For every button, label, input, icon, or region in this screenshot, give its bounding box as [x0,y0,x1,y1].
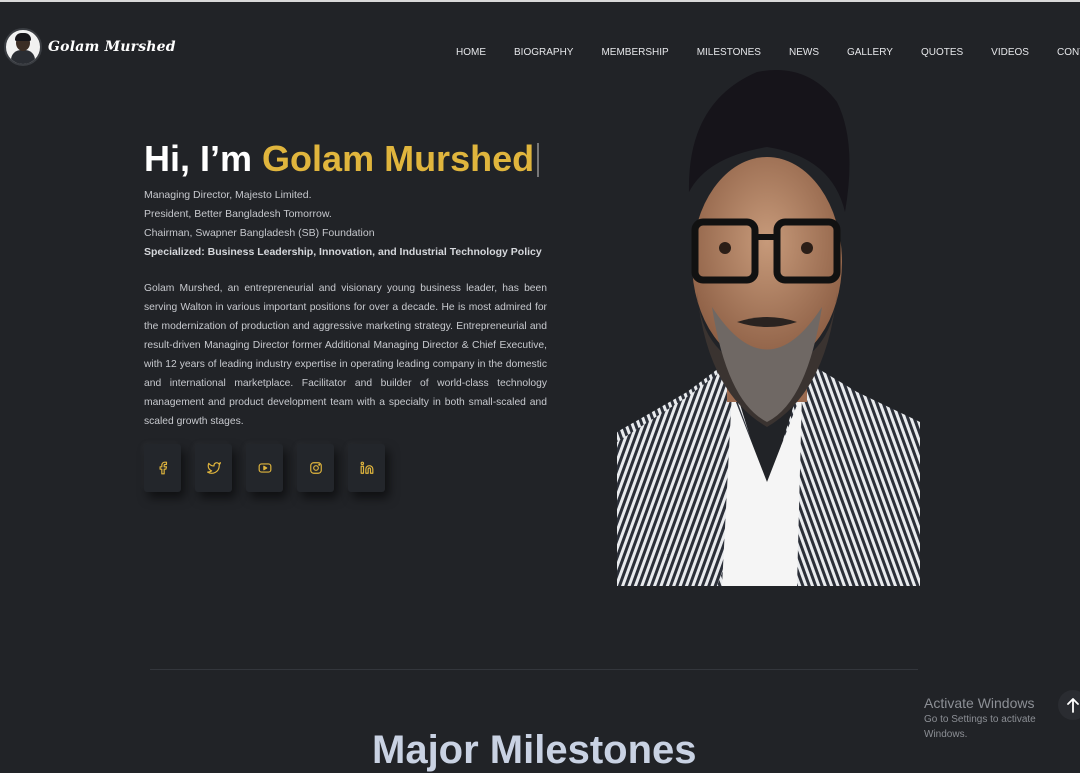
logo-text: Golam Murshed [48,39,176,55]
specialization: Specialized: Business Leadership, Innova… [144,246,542,258]
hero-section: Hi, I’m Golam Murshed Managing Director,… [144,136,547,441]
role-line: President, Better Bangladesh Tomorrow. [144,208,332,220]
bio-paragraph: Golam Murshed, an entrepreneurial and vi… [144,283,547,427]
windows-activation-watermark: Activate Windows Go to Settings to activ… [924,695,1080,742]
activation-subtitle: Go to Settings to activate Windows. [924,714,1036,740]
linkedin-icon [360,461,373,474]
role-line: Chairman, Swapner Bangladesh (SB) Founda… [144,227,375,239]
linkedin-button[interactable] [348,444,385,492]
nav-gallery[interactable]: GALLERY [847,47,893,58]
instagram-icon [309,462,322,474]
nav-home[interactable]: HOME [456,47,486,58]
nav-biography[interactable]: BIOGRAPHY [514,47,573,58]
nav-contact[interactable]: CONTACT [1057,47,1080,58]
main-nav: HOME BIOGRAPHY MEMBERSHIP MILESTONES NEW… [456,47,1080,58]
nav-milestones[interactable]: MILESTONES [697,47,761,58]
hero-name: Golam Murshed [262,138,535,179]
nav-videos[interactable]: VIDEOS [991,47,1029,58]
nav-membership[interactable]: MEMBERSHIP [601,47,668,58]
typing-cursor [537,143,540,177]
instagram-button[interactable] [297,444,334,492]
social-links [144,444,399,492]
twitter-button[interactable] [195,444,232,492]
hero-greeting: Hi, I’m [144,138,253,179]
nav-quotes[interactable]: QUOTES [921,47,963,58]
logo[interactable]: Golam Murshed [4,28,176,66]
roles-list: Managing Director, Majesto Limited. Pres… [144,186,547,262]
activation-title: Activate Windows [924,695,1035,711]
nav-news[interactable]: NEWS [789,47,819,58]
scroll-to-top-button[interactable] [1058,690,1080,720]
facebook-icon [159,461,167,475]
portrait-image [617,70,920,586]
youtube-button[interactable] [246,444,283,492]
arrow-up-icon [1067,698,1079,713]
section-divider [150,669,918,670]
logo-avatar [4,28,42,66]
milestones-title: Major Milestones [372,728,697,772]
twitter-icon [206,462,221,474]
youtube-icon [258,463,271,473]
hero-title: Hi, I’m Golam Murshed [144,136,547,182]
role-line: Managing Director, Majesto Limited. [144,189,312,201]
facebook-button[interactable] [144,444,181,492]
